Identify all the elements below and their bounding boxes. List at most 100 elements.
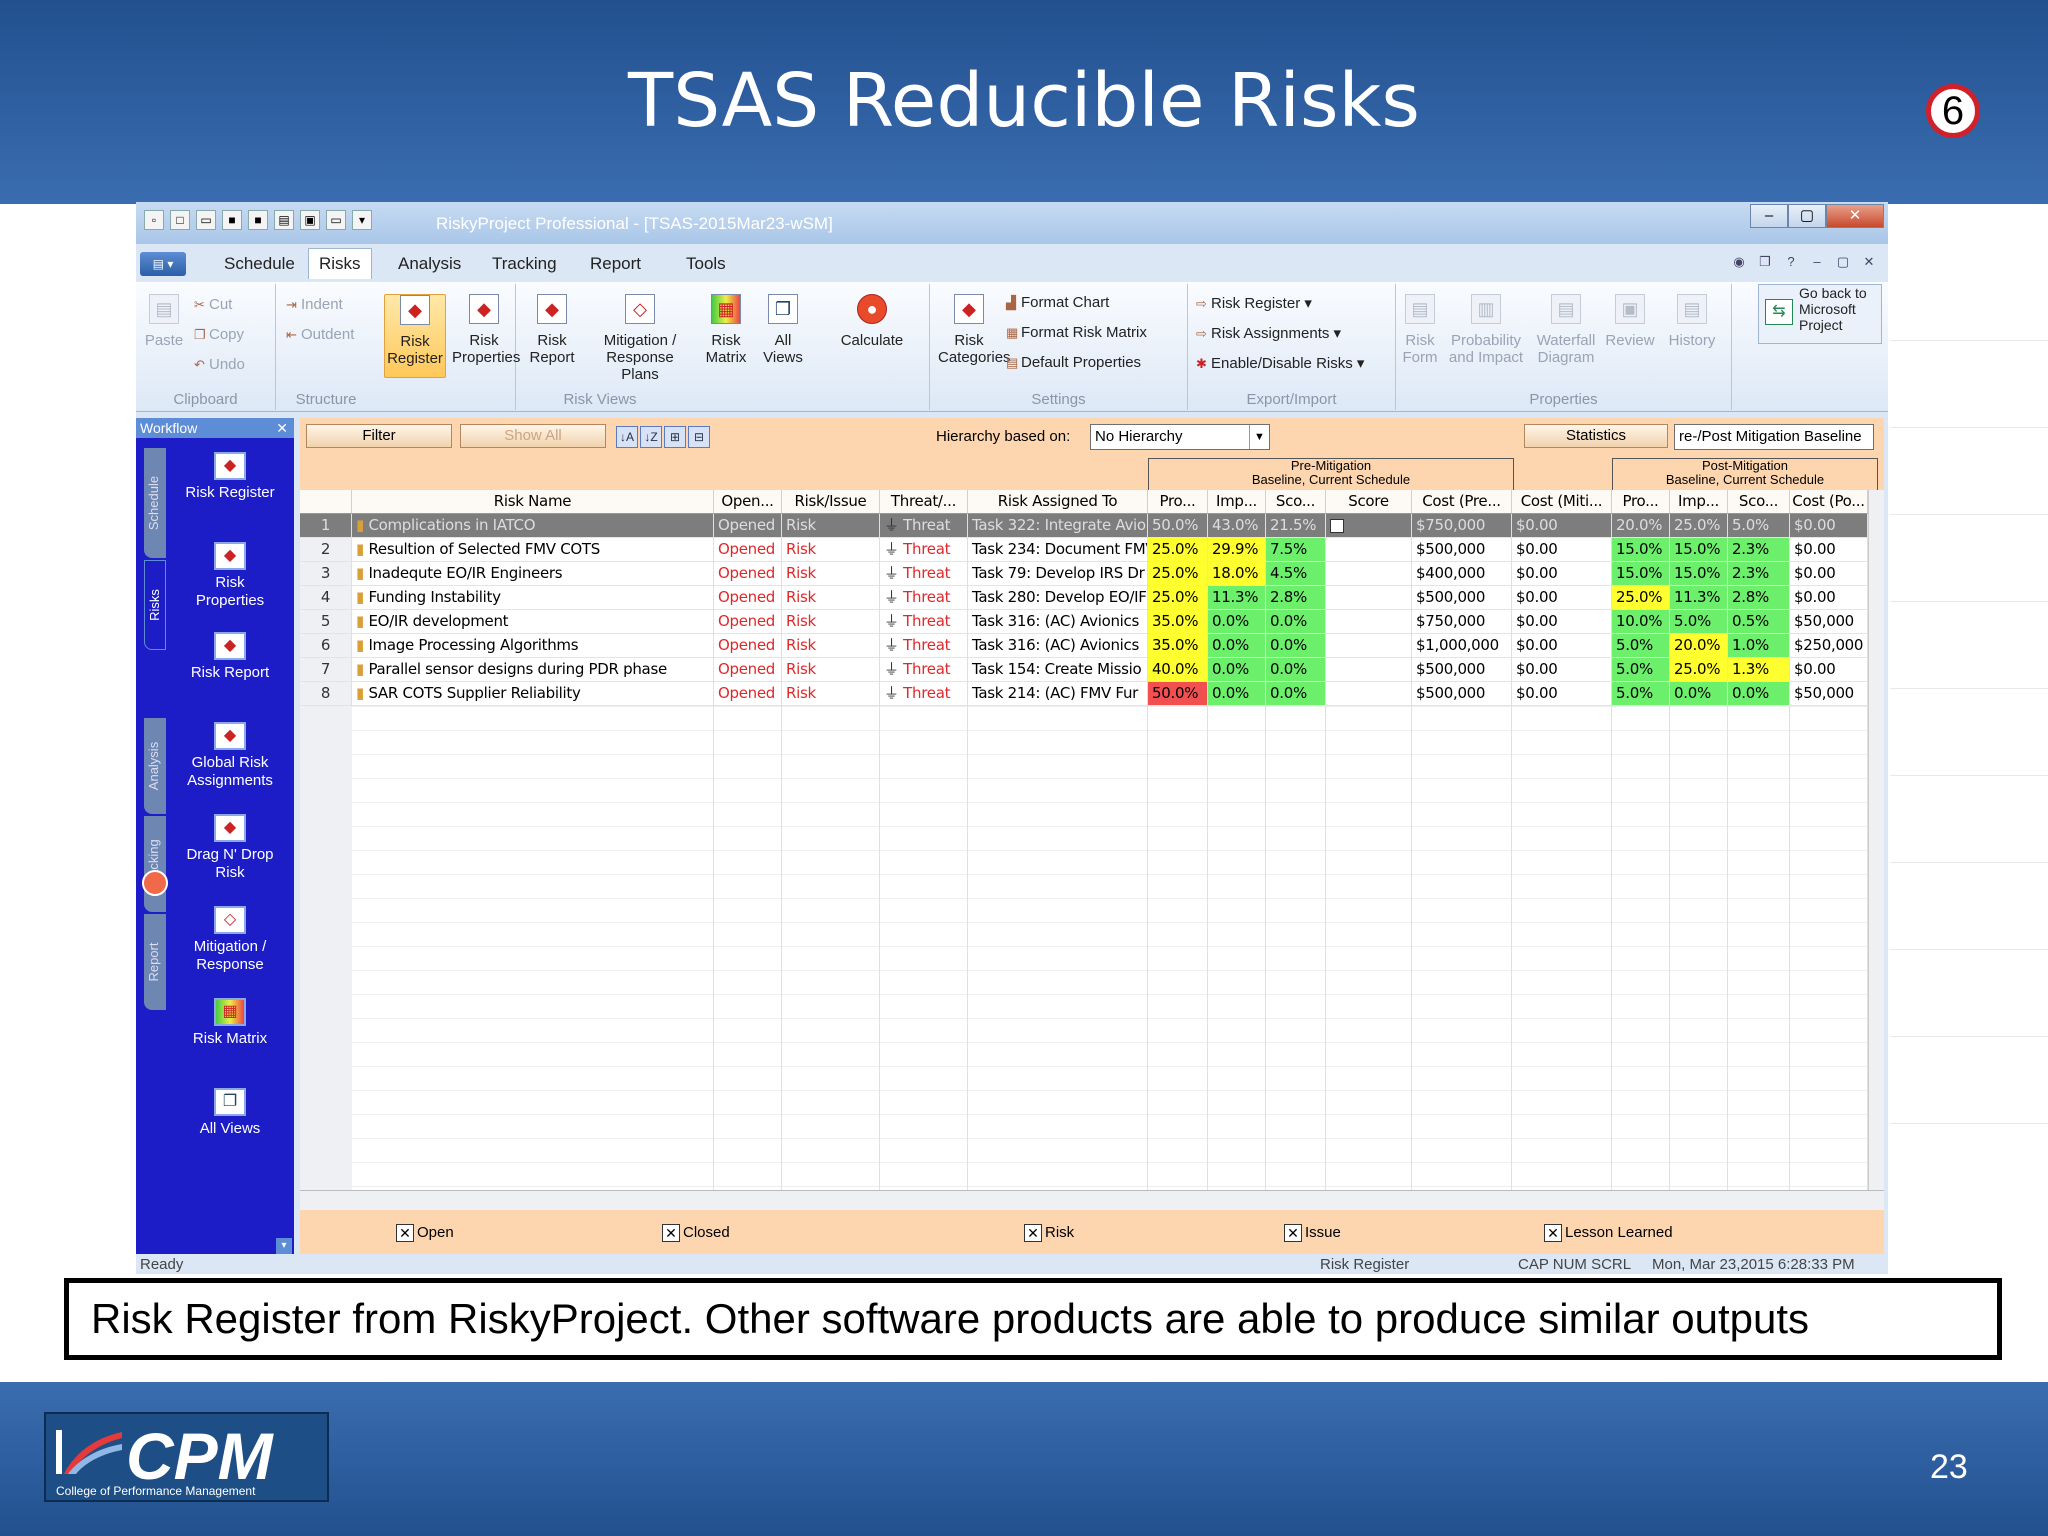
column-header[interactable]: Sco... [1728,490,1790,514]
enable-disable-risks-button[interactable]: ✱ Enable/Disable Risks ▾ [1196,354,1364,372]
baseline-select[interactable]: re-/Post Mitigation Baseline [1674,424,1874,450]
open-cell[interactable]: Opened [714,682,782,706]
workflow-drag-drop-risk[interactable]: ◆ Drag N' Drop Risk [170,814,290,882]
pro-cell[interactable]: 25.0% [1148,586,1208,610]
num-cell[interactable]: 2 [300,538,352,562]
imp-cell[interactable]: 11.3% [1208,586,1266,610]
outdent-button[interactable]: ⇤ Outdent [286,326,354,343]
cost-miti-cell[interactable]: $0.00 [1512,634,1612,658]
risk-name-cell[interactable]: ▮ EO/IR development [352,610,714,634]
threat-cell[interactable]: ⏚ Threat [880,514,968,538]
risk-categories-button[interactable]: ◆ Risk Categories [938,294,1011,366]
show-all-button[interactable]: Show All [460,424,606,448]
tab-analysis[interactable]: Analysis [398,254,461,274]
score-cell[interactable] [1326,514,1412,538]
cost-post-cell[interactable]: $50,000 [1790,610,1868,634]
cost-pre-cell[interactable]: $1,000,000 [1412,634,1512,658]
score-cell[interactable] [1326,538,1412,562]
export-risk-register-button[interactable]: ⇨ Risk Register ▾ [1196,294,1312,312]
open-folder-icon[interactable]: ▭ [196,210,216,230]
cost-post-cell[interactable]: $50,000 [1790,682,1868,706]
score-checkbox-icon[interactable] [1330,518,1344,533]
pro-cell[interactable]: 25.0% [1148,562,1208,586]
history-button[interactable]: ▤ History [1662,294,1722,349]
horizontal-scrollbar[interactable] [300,1190,1884,1210]
workflow-global-risk-assignments[interactable]: ◆ Global Risk Assignments [170,722,290,790]
type-cell[interactable]: Risk [782,514,880,538]
pro2-cell[interactable]: 5.0% [1612,658,1670,682]
threat-cell[interactable]: ⏚ Threat [880,562,968,586]
imp-cell[interactable]: 0.0% [1208,634,1266,658]
copy-button[interactable]: ❐ Copy [194,326,244,343]
default-properties-button[interactable]: ▤ Default Properties [1006,354,1141,371]
imp2-cell[interactable]: 5.0% [1670,610,1728,634]
workflow-collapse-icon[interactable]: ▾ [276,1238,292,1254]
workflow-risk-report[interactable]: ◆ Risk Report [170,632,290,682]
threat-cell[interactable]: ⏚ Threat [880,610,968,634]
format-chart-button[interactable]: ▟ Format Chart [1006,294,1109,311]
task-cell[interactable]: Task 79: Develop IRS Dr [968,562,1148,586]
type-cell[interactable]: Risk [782,610,880,634]
score-cell[interactable] [1326,610,1412,634]
imp-cell[interactable]: 0.0% [1208,682,1266,706]
preview-icon[interactable]: ▣ [300,210,320,230]
hierarchy-select[interactable]: No Hierarchy ▼ [1090,424,1270,450]
format-risk-matrix-button[interactable]: ▦ Format Risk Matrix [1006,324,1147,341]
save-icon[interactable]: ■ [222,210,242,230]
legend-risk[interactable]: ✕ Risk [1024,1224,1074,1243]
folder-icon[interactable]: ▭ [326,210,346,230]
application-menu-button[interactable]: ▤ ▾ [140,252,186,276]
risk-properties-button[interactable]: ◆ Risk Properties [452,294,520,366]
table-row[interactable]: 3 ▮ Inadequte EO/IR Engineers Opened Risk ⏚ … [300,562,1884,586]
score-cell[interactable] [1326,634,1412,658]
cost-pre-cell[interactable]: $500,000 [1412,586,1512,610]
workflow-tab-analysis[interactable]: Analysis [144,718,166,814]
column-header[interactable]: Imp... [1670,490,1728,514]
num-cell[interactable]: 6 [300,634,352,658]
type-cell[interactable]: Risk [782,634,880,658]
column-header[interactable]: Risk Name [352,490,714,514]
open-cell[interactable]: Opened [714,634,782,658]
column-header[interactable]: Cost (Pre... [1412,490,1512,514]
type-cell[interactable]: Risk [782,682,880,706]
column-header[interactable]: Risk Assigned To [968,490,1148,514]
cost-post-cell[interactable]: $0.00 [1790,562,1868,586]
column-header[interactable]: Open... [714,490,782,514]
risk-name-cell[interactable]: ▮ Parallel sensor designs during PDR pha… [352,658,714,682]
statistics-button[interactable]: Statistics [1524,424,1668,448]
workflow-mitigation-response[interactable]: ◇ Mitigation / Response [170,906,290,974]
cost-pre-cell[interactable]: $500,000 [1412,538,1512,562]
cost-miti-cell[interactable]: $0.00 [1512,514,1612,538]
minimize-icon[interactable]: – [1750,204,1788,228]
column-header[interactable]: Imp... [1208,490,1266,514]
sort-descending-icon[interactable]: ↓Z [640,426,662,448]
threat-cell[interactable]: ⏚ Threat [880,586,968,610]
pro-cell[interactable]: 50.0% [1148,514,1208,538]
review-button[interactable]: ▣ Review [1602,294,1658,349]
undo-button[interactable]: ↶ Undo [194,356,245,373]
imp2-cell[interactable]: 0.0% [1670,682,1728,706]
sco2-cell[interactable]: 0.5% [1728,610,1790,634]
num-cell[interactable]: 1 [300,514,352,538]
task-cell[interactable]: Task 280: Develop EO/IF [968,586,1148,610]
sco-cell[interactable]: 0.0% [1266,634,1326,658]
column-header[interactable]: Pro... [1148,490,1208,514]
risk-name-cell[interactable]: ▮ Image Processing Algorithms [352,634,714,658]
imp-cell[interactable]: 0.0% [1208,610,1266,634]
imp2-cell[interactable]: 20.0% [1670,634,1728,658]
columns-icon[interactable]: ⊟ [688,426,710,448]
tab-tools[interactable]: Tools [686,254,726,274]
column-header[interactable]: Sco... [1266,490,1326,514]
task-cell[interactable]: Task 322: Integrate Avion [968,514,1148,538]
risk-name-cell[interactable]: ▮ Resultion of Selected FMV COTS [352,538,714,562]
workflow-tab-schedule[interactable]: Schedule [144,448,166,558]
num-cell[interactable]: 3 [300,562,352,586]
cost-miti-cell[interactable]: $0.00 [1512,658,1612,682]
imp2-cell[interactable]: 15.0% [1670,562,1728,586]
tab-risks[interactable]: Risks [308,248,372,279]
sco-cell[interactable]: 7.5% [1266,538,1326,562]
sco2-cell[interactable]: 5.0% [1728,514,1790,538]
imp-cell[interactable]: 29.9% [1208,538,1266,562]
workflow-risk-register[interactable]: ◆ Risk Register [170,452,290,502]
cost-pre-cell[interactable]: $750,000 [1412,514,1512,538]
